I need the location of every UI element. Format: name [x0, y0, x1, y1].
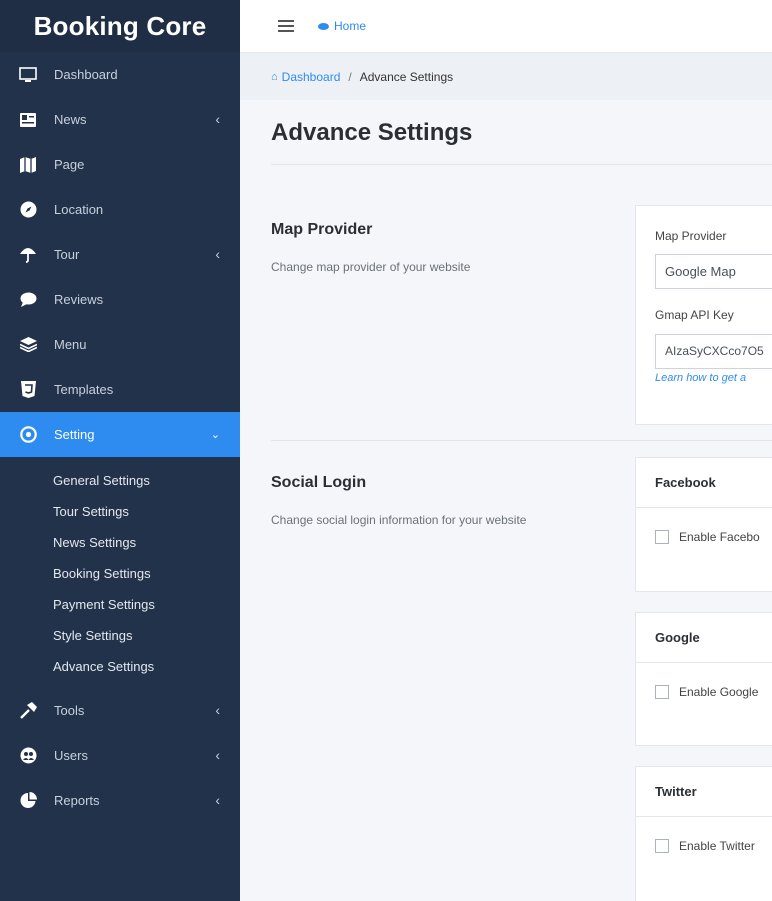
submenu-item-booking-settings[interactable]: Booking Settings: [0, 558, 240, 589]
breadcrumb-root-label: Dashboard: [281, 69, 341, 84]
submenu-item-news-settings[interactable]: News Settings: [0, 527, 240, 558]
breadcrumb-separator: /: [348, 69, 352, 84]
sidebar-item-reports[interactable]: Reports ‹: [0, 778, 240, 823]
eye-icon: [318, 22, 329, 30]
sidebar-item-news[interactable]: News ‹: [0, 97, 240, 142]
sidebar-item-templates[interactable]: Templates: [0, 367, 240, 412]
submenu-item-advance-settings[interactable]: Advance Settings: [0, 651, 240, 682]
sidebar-item-setting[interactable]: Setting ⌄: [0, 412, 240, 457]
section-divider: [271, 440, 772, 441]
sidebar-item-tools[interactable]: Tools ‹: [0, 688, 240, 733]
gmap-api-key-label: Gmap API Key: [655, 308, 734, 322]
chevron-left-icon: ‹: [215, 702, 220, 718]
gmap-api-key-help-link[interactable]: Learn how to get a: [655, 372, 746, 384]
home-link[interactable]: Home: [318, 19, 366, 33]
enable-google-option[interactable]: Enable Google: [655, 685, 758, 699]
twitter-card: Twitter Enable Twitter: [635, 766, 772, 901]
chevron-left-icon: ‹: [215, 111, 220, 127]
twitter-card-title: Twitter: [636, 767, 772, 817]
home-icon: ⌂: [271, 70, 278, 83]
sidebar-item-tour[interactable]: Tour ‹: [0, 232, 240, 277]
chevron-left-icon: ‹: [215, 246, 220, 262]
submenu-item-payment-settings[interactable]: Payment Settings: [0, 589, 240, 620]
map-provider-section-description: Change map provider of your website: [271, 260, 471, 274]
enable-google-label: Enable Google: [679, 685, 759, 699]
comment-icon: [18, 291, 38, 309]
sidebar-item-label: Dashboard: [54, 67, 118, 82]
submenu-item-tour-settings[interactable]: Tour Settings: [0, 496, 240, 527]
enable-twitter-checkbox[interactable]: [655, 839, 669, 853]
title-divider: [271, 164, 772, 165]
facebook-card-title: Facebook: [636, 458, 772, 508]
sidebar-item-page[interactable]: Page: [0, 142, 240, 187]
map-provider-section-title: Map Provider: [271, 221, 373, 238]
sidebar-item-label: Reviews: [54, 292, 104, 307]
sidebar-item-label: News: [54, 112, 87, 127]
sidebar-item-label: Tour: [54, 247, 80, 262]
layers-icon: [18, 336, 38, 354]
hamburger-menu-icon[interactable]: [278, 20, 294, 32]
enable-facebook-option[interactable]: Enable Facebo: [655, 530, 760, 544]
top-bar: Home: [240, 0, 772, 53]
sidebar-item-label: Templates: [54, 382, 114, 397]
setting-submenu: General Settings Tour Settings News Sett…: [0, 457, 240, 688]
sidebar-item-location[interactable]: Location: [0, 187, 240, 232]
enable-facebook-checkbox[interactable]: [655, 530, 669, 544]
sidebar-item-label: Reports: [54, 793, 100, 808]
brand-logo[interactable]: Booking Core: [0, 0, 240, 52]
sidebar-item-label: Location: [54, 202, 104, 217]
facebook-card: Facebook Enable Facebo: [635, 457, 772, 592]
umbrella-icon: [18, 246, 38, 264]
monitor-icon: [18, 66, 38, 84]
sidebar-item-label: Users: [54, 748, 88, 763]
enable-facebook-label: Enable Facebo: [679, 530, 760, 544]
enable-google-checkbox[interactable]: [655, 685, 669, 699]
newspaper-icon: [18, 111, 38, 129]
sidebar-item-users[interactable]: Users ‹: [0, 733, 240, 778]
chevron-down-icon: ⌄: [210, 429, 220, 441]
sidebar-nav-lower: Tools ‹ Users ‹ Reports ‹: [0, 688, 240, 823]
enable-twitter-label: Enable Twitter: [679, 839, 755, 853]
breadcrumb-dashboard-link[interactable]: ⌂ Dashboard: [271, 70, 340, 84]
breadcrumb: ⌂ Dashboard / Advance Settings: [240, 53, 772, 100]
social-login-section-description: Change social login information for your…: [271, 513, 527, 527]
map-provider-panel: Map Provider Google Map Gmap API Key AIz…: [635, 205, 772, 425]
sidebar-item-label: Menu: [54, 337, 87, 352]
chevron-left-icon: ‹: [215, 792, 220, 808]
map-provider-select[interactable]: Google Map: [655, 254, 772, 289]
sidebar-item-menu[interactable]: Menu: [0, 322, 240, 367]
sidebar: Booking Core Dashboard News ‹ Page Locat: [0, 0, 240, 901]
gmap-api-key-input[interactable]: AIzaSyCXCco7O5: [655, 334, 772, 369]
hammer-icon: [18, 702, 38, 720]
submenu-item-style-settings[interactable]: Style Settings: [0, 620, 240, 651]
google-card-title: Google: [636, 613, 772, 663]
home-link-label: Home: [334, 19, 367, 33]
breadcrumb-current: Advance Settings: [359, 69, 454, 84]
sidebar-item-label: Setting: [54, 427, 95, 442]
sidebar-item-label: Tools: [54, 703, 85, 718]
sidebar-item-reviews[interactable]: Reviews: [0, 277, 240, 322]
sidebar-item-dashboard[interactable]: Dashboard: [0, 52, 240, 97]
social-login-section-title: Social Login: [271, 474, 367, 491]
google-card: Google Enable Google: [635, 612, 772, 746]
enable-twitter-option[interactable]: Enable Twitter: [655, 839, 755, 853]
cog-icon: [18, 426, 38, 444]
map-provider-label: Map Provider: [655, 229, 727, 243]
submenu-item-general-settings[interactable]: General Settings: [0, 465, 240, 496]
page-title: Advance Settings: [271, 119, 473, 146]
compass-icon: [18, 201, 38, 219]
chevron-left-icon: ‹: [215, 747, 220, 763]
users-icon: [18, 747, 38, 765]
map-icon: [18, 156, 38, 174]
sidebar-nav: Dashboard News ‹ Page Location Tour ‹ Re…: [0, 52, 240, 457]
html5-icon: [18, 381, 38, 399]
sidebar-item-label: Page: [54, 157, 85, 172]
pie-chart-icon: [18, 792, 38, 810]
